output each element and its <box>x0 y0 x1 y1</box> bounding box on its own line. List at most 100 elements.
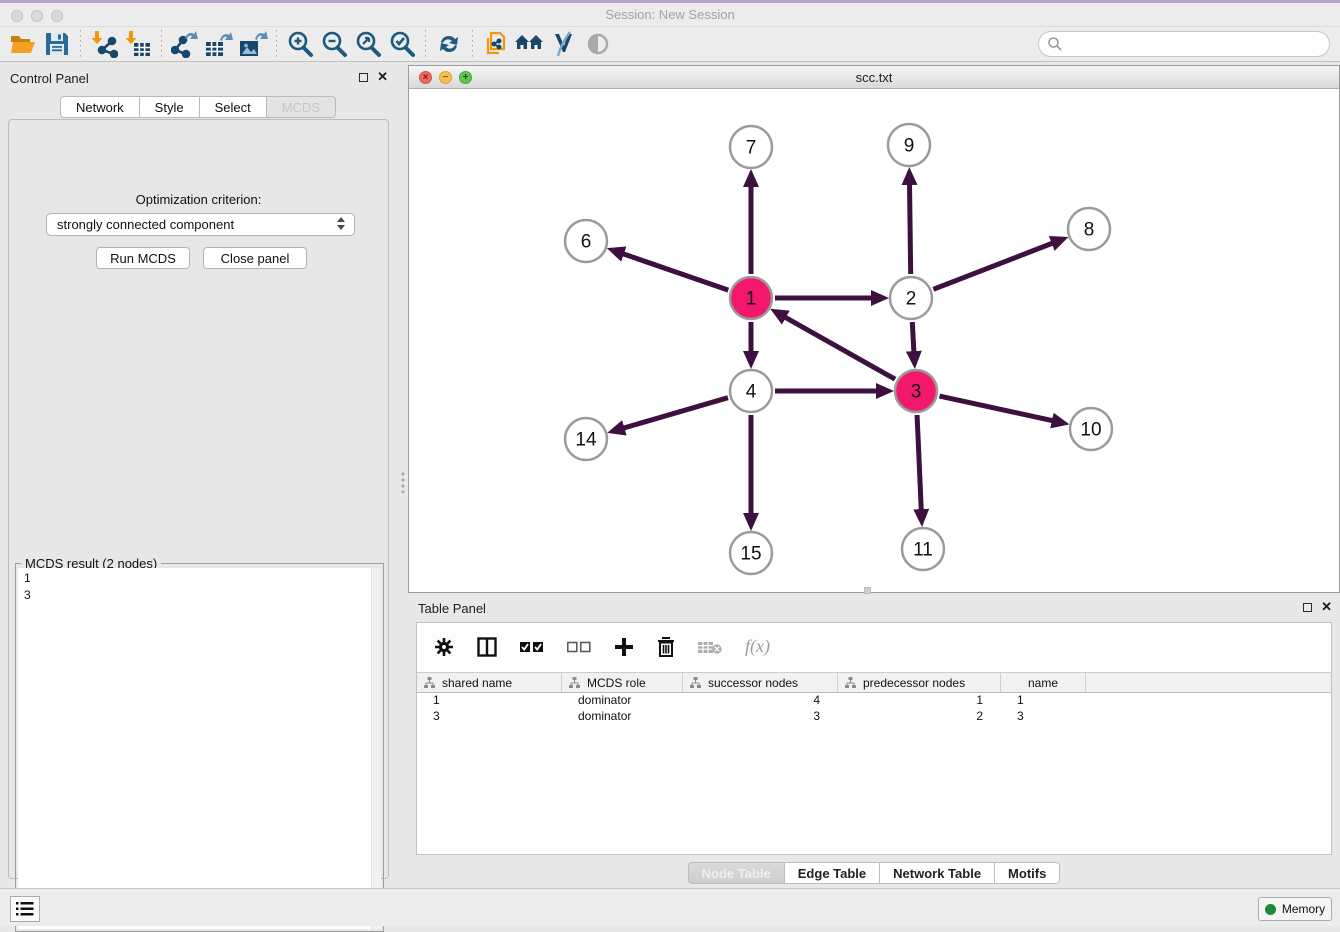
edge-3-1[interactable] <box>784 317 895 380</box>
cell-shared-name[interactable]: 1 <box>417 693 562 709</box>
tab-network-table[interactable]: Network Table <box>880 862 995 884</box>
node-2[interactable]: 2 <box>890 277 932 319</box>
column-panel-icon[interactable] <box>477 637 497 657</box>
zoom-fit-icon[interactable] <box>351 29 385 59</box>
node-7[interactable]: 7 <box>730 126 772 168</box>
network-graph[interactable]: 7 9 6 8 1 2 4 3 14 10 15 11 <box>409 89 1339 592</box>
float-panel-icon[interactable] <box>359 73 368 82</box>
cell-name[interactable]: 3 <box>1001 709 1086 725</box>
edge-1-6[interactable] <box>622 253 728 290</box>
node-4[interactable]: 4 <box>730 370 772 412</box>
svg-text:2: 2 <box>906 289 917 310</box>
node-10[interactable]: 10 <box>1070 408 1112 450</box>
export-image-icon[interactable] <box>236 29 270 59</box>
control-panel: Control Panel ✕ NetworkStyleSelectMCDS O… <box>0 65 396 882</box>
visual-style-icon[interactable] <box>547 29 581 59</box>
memory-button[interactable]: Memory <box>1258 897 1332 921</box>
refresh-layout-icon[interactable] <box>432 29 466 59</box>
horizontal-splitter-grip[interactable] <box>864 587 871 594</box>
home-icon[interactable] <box>513 29 547 59</box>
edge-3-11[interactable] <box>917 415 921 511</box>
tab-node-table[interactable]: Node Table <box>688 862 785 884</box>
deselect-all-columns-icon[interactable] <box>567 641 591 653</box>
tab-style[interactable]: Style <box>140 96 200 118</box>
node-9[interactable]: 9 <box>888 124 930 166</box>
mcds-result-text[interactable]: 1 3 <box>18 568 371 929</box>
column-header-predecessor-nodes[interactable]: predecessor nodes <box>838 673 1001 692</box>
close-panel-button[interactable]: Close panel <box>203 247 307 269</box>
column-type-icon <box>690 677 701 688</box>
tab-edge-table[interactable]: Edge Table <box>785 862 880 884</box>
run-mcds-button[interactable]: Run MCDS <box>96 247 190 269</box>
tab-network[interactable]: Network <box>60 96 140 118</box>
tab-mcds[interactable]: MCDS <box>267 96 336 118</box>
column-header-shared-name[interactable]: shared name <box>417 673 562 692</box>
export-network-icon[interactable] <box>168 29 202 59</box>
close-table-panel-icon[interactable]: ✕ <box>1321 602 1332 612</box>
import-table-icon[interactable] <box>121 29 155 59</box>
tab-select[interactable]: Select <box>200 96 267 118</box>
column-type-icon <box>845 677 856 688</box>
delete-column-icon[interactable] <box>657 637 675 657</box>
column-header-successor-nodes[interactable]: successor nodes <box>683 673 838 692</box>
node-14[interactable]: 14 <box>565 418 607 460</box>
zoom-out-icon[interactable] <box>317 29 351 59</box>
node-15[interactable]: 15 <box>730 532 772 574</box>
delete-table-icon[interactable] <box>698 639 722 655</box>
node-1[interactable]: 1 <box>730 277 772 319</box>
cell-predecessor-nodes[interactable]: 1 <box>838 693 1001 709</box>
node-6[interactable]: 6 <box>565 220 607 262</box>
cell-shared-name[interactable]: 3 <box>417 709 562 725</box>
save-session-icon[interactable] <box>40 29 74 59</box>
cell-name[interactable]: 1 <box>1001 693 1086 709</box>
node-3[interactable]: 3 <box>895 370 937 412</box>
close-panel-icon[interactable]: ✕ <box>377 72 388 82</box>
function-builder-icon[interactable]: f(x) <box>745 636 770 657</box>
column-header-MCDS-role[interactable]: MCDS role <box>562 673 683 692</box>
cell-MCDS-role[interactable]: dominator <box>562 693 683 709</box>
node-8[interactable]: 8 <box>1068 208 1110 250</box>
toolbar-separator <box>80 30 81 58</box>
search-field[interactable] <box>1038 31 1330 57</box>
open-file-icon[interactable] <box>6 29 40 59</box>
network-window-titlebar[interactable]: × − + scc.txt <box>409 66 1339 89</box>
optimization-criterion-label: Optimization criterion: <box>9 192 388 207</box>
table-row[interactable]: 3dominator323 <box>417 709 1331 725</box>
edge-2-3[interactable] <box>912 322 914 353</box>
mcds-result-group: MCDS result (2 nodes) 1 3 <box>15 563 384 932</box>
table-row[interactable]: 1dominator411 <box>417 693 1331 709</box>
tab-motifs[interactable]: Motifs <box>995 862 1060 884</box>
network-canvas[interactable]: 7 9 6 8 1 2 4 3 14 10 15 11 <box>409 89 1339 592</box>
edge-3-10[interactable] <box>939 396 1053 421</box>
show-hide-icon[interactable] <box>581 29 615 59</box>
duplicate-network-icon[interactable] <box>479 29 513 59</box>
node-11[interactable]: 11 <box>902 528 944 570</box>
result-scrollbar[interactable] <box>371 568 381 929</box>
select-all-columns-icon[interactable] <box>520 641 544 653</box>
cell-successor-nodes[interactable]: 4 <box>683 693 838 709</box>
column-header-name[interactable]: name <box>1001 673 1086 692</box>
zoom-in-icon[interactable] <box>283 29 317 59</box>
export-table-icon[interactable] <box>202 29 236 59</box>
edge-4-14[interactable] <box>622 398 727 429</box>
optimization-criterion-select[interactable]: strongly connected component <box>46 213 355 236</box>
svg-text:9: 9 <box>904 136 915 157</box>
control-panel-tabs: NetworkStyleSelectMCDS <box>0 96 396 118</box>
vertical-splitter-grip[interactable] <box>400 471 406 493</box>
task-history-button[interactable] <box>10 896 40 922</box>
add-column-icon[interactable] <box>614 637 634 657</box>
table-settings-icon[interactable] <box>434 637 454 657</box>
table-header-row: shared nameMCDS rolesuccessor nodesprede… <box>417 672 1331 693</box>
zoom-selected-icon[interactable] <box>385 29 419 59</box>
cell-predecessor-nodes[interactable]: 2 <box>838 709 1001 725</box>
window-title: Session: New Session <box>0 7 1340 22</box>
node-table: shared nameMCDS rolesuccessor nodesprede… <box>417 672 1331 725</box>
float-table-panel-icon[interactable] <box>1303 603 1312 612</box>
cell-MCDS-role[interactable]: dominator <box>562 709 683 725</box>
search-input[interactable] <box>1063 37 1313 51</box>
edge-2-9[interactable] <box>909 183 910 274</box>
cell-successor-nodes[interactable]: 3 <box>683 709 838 725</box>
import-network-icon[interactable] <box>87 29 121 59</box>
column-type-icon <box>424 677 435 688</box>
edge-2-8[interactable] <box>933 243 1053 290</box>
